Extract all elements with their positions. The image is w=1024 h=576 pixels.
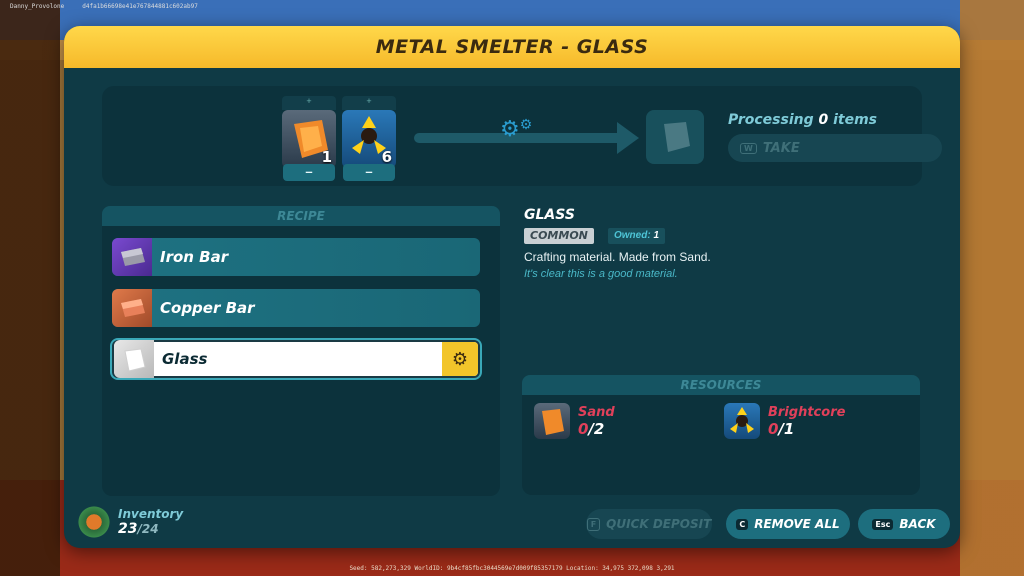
resources-header: RESOURCES: [522, 375, 920, 395]
resource-need: /1: [778, 419, 795, 438]
owned-badge: Owned: 1: [608, 228, 666, 244]
key-hint: C: [736, 518, 749, 530]
resource-name: Brightcore: [768, 404, 846, 420]
window-title: METAL SMELTER - GLASS: [375, 36, 649, 58]
back-button[interactable]: Esc BACK: [858, 509, 950, 539]
recipe-item-label: Copper Bar: [160, 299, 255, 317]
add-icon[interactable]: +: [282, 96, 336, 110]
resource-need: /2: [588, 419, 605, 438]
item-description: Crafting material. Made from Sand.: [524, 250, 711, 264]
rarity-badge: COMMON: [524, 228, 594, 244]
key-hint: Esc: [872, 518, 894, 530]
take-button[interactable]: W TAKE: [728, 134, 942, 162]
recipe-panel: RECIPE Iron Bar Copper Bar Glass ⚙: [102, 206, 500, 496]
recipe-item-glass[interactable]: Glass ⚙: [112, 340, 480, 378]
resource-sand: Sand 0/2: [534, 403, 615, 439]
key-hint: W: [740, 142, 757, 154]
player-name: Danny_Provolone: [10, 3, 65, 10]
item-flavor-text: It's clear this is a good material.: [524, 268, 678, 280]
gears-icon: ⚙⚙: [500, 116, 533, 141]
crafting-gears-icon: ⚙: [442, 342, 478, 376]
copper-bar-icon: [112, 289, 152, 327]
smelter-window: METAL SMELTER - GLASS + 1 – + 6 – ⚙⚙ Pro…: [64, 26, 960, 548]
world-info: Seed: 582,273,329 WorldID: 9b4cf85fbc304…: [349, 565, 675, 572]
owned-count: 1: [653, 230, 660, 241]
output-slot[interactable]: [646, 110, 704, 164]
resource-name: Sand: [578, 404, 615, 420]
quick-deposit-button[interactable]: F QUICK DEPOSIT: [586, 509, 712, 539]
recipe-header: RECIPE: [102, 206, 500, 226]
glass-icon: [114, 340, 154, 378]
key-hint: F: [586, 517, 601, 531]
inventory-used: 23: [118, 521, 138, 537]
remove-all-button[interactable]: C REMOVE ALL: [726, 509, 850, 539]
arrow-head-icon: [617, 122, 639, 154]
sand-icon: [534, 403, 570, 439]
input-slot-sand[interactable]: + 1: [282, 96, 336, 168]
processing-status: Processing 0 items: [728, 112, 878, 128]
decrease-sand-button[interactable]: –: [283, 164, 335, 181]
recipe-item-iron-bar[interactable]: Iron Bar: [112, 238, 480, 276]
resource-have: 0: [578, 419, 589, 438]
backpack-icon: [76, 504, 112, 540]
processing-count: 0: [818, 112, 829, 128]
resource-brightcore: Brightcore 0/1: [724, 403, 845, 439]
input-slot-brightcore[interactable]: + 6: [342, 96, 396, 168]
glass-output-icon: [664, 122, 690, 152]
inventory-status: Inventory 23/24: [76, 504, 183, 540]
recipe-item-label: Iron Bar: [160, 248, 229, 266]
inventory-capacity: /24: [137, 522, 159, 536]
brightcore-icon: [724, 403, 760, 439]
inventory-label: Inventory: [118, 507, 184, 521]
add-icon[interactable]: +: [342, 96, 396, 110]
process-panel: + 1 – + 6 – ⚙⚙ Processing 0 items W TAKE: [102, 86, 942, 186]
recipe-item-label: Glass: [162, 350, 208, 368]
session-hash: d4fa1b66698e41e767844881c602ab97: [82, 3, 198, 10]
player-info: Danny_Provolone d4fa1b66698e41e767844881…: [0, 0, 1024, 14]
item-title: GLASS: [524, 207, 575, 223]
resource-have: 0: [768, 419, 779, 438]
resources-panel: RESOURCES Sand 0/2 Brightcore 0/1: [522, 375, 920, 495]
decrease-brightcore-button[interactable]: –: [343, 164, 395, 181]
recipe-item-copper-bar[interactable]: Copper Bar: [112, 289, 480, 327]
iron-bar-icon: [112, 238, 152, 276]
take-label: TAKE: [762, 140, 800, 156]
title-bar: METAL SMELTER - GLASS: [64, 26, 960, 68]
